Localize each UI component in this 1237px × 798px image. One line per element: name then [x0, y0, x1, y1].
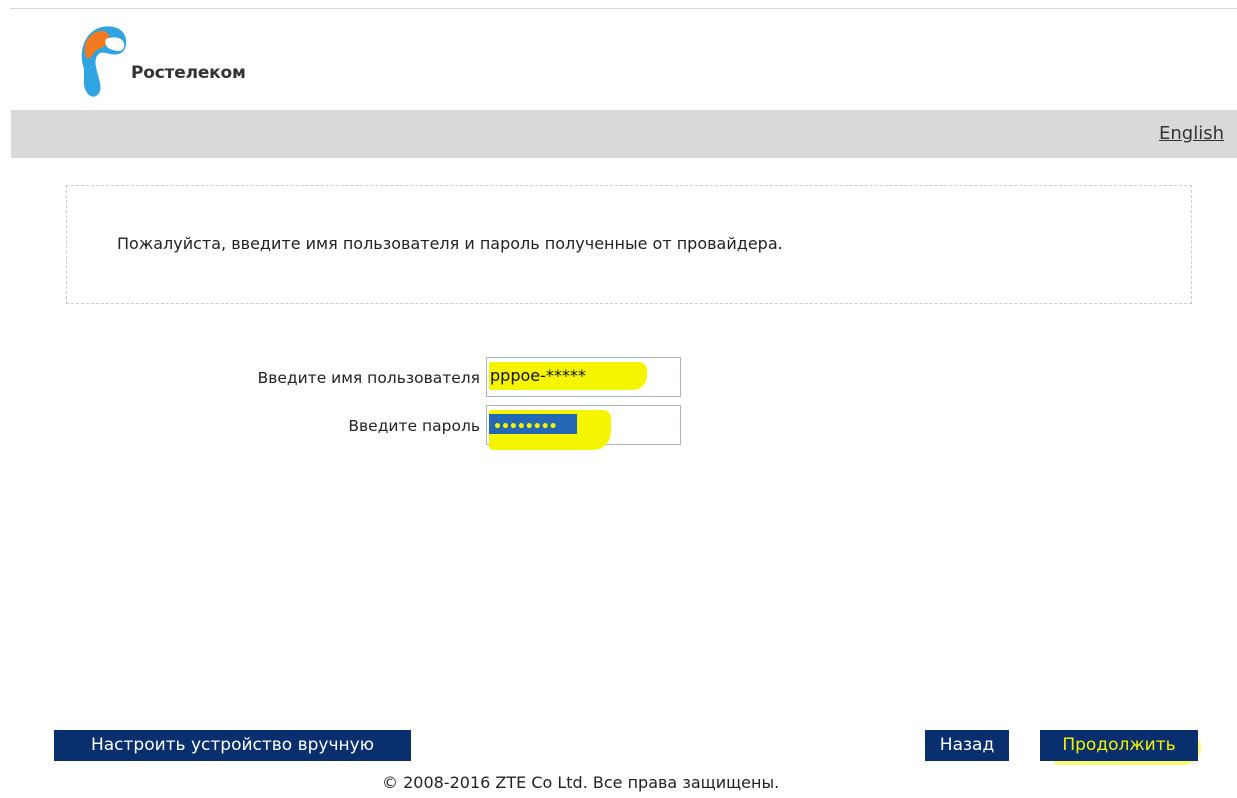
rostelecom-logo: Ростелеком — [76, 25, 276, 105]
info-box: Пожалуйста, введите имя пользователя и п… — [66, 185, 1192, 304]
brand-name: Ростелеком — [131, 63, 246, 83]
password-label: Введите пароль — [348, 417, 480, 435]
username-label: Введите имя пользователя — [257, 369, 480, 387]
language-bar: English — [11, 110, 1237, 158]
info-message: Пожалуйста, введите имя пользователя и п… — [117, 234, 783, 253]
top-border — [10, 8, 1237, 9]
password-selection: •••••••• — [489, 414, 577, 435]
english-language-link[interactable]: English — [1159, 123, 1224, 144]
username-row: Введите имя пользователя pppoe-***** — [0, 357, 700, 397]
rostelecom-logo-icon — [81, 26, 127, 97]
username-input[interactable]: pppoe-***** — [486, 357, 681, 397]
copyright-footer: © 2008-2016 ZTE Co Ltd. Все права защище… — [382, 773, 780, 792]
password-input[interactable]: •••••••• — [486, 405, 681, 450]
manual-setup-button[interactable]: Настроить устройство вручную — [54, 730, 411, 761]
continue-button[interactable]: Продолжить — [1040, 730, 1198, 761]
username-value: pppoe-***** — [490, 366, 586, 385]
password-value: •••••••• — [493, 419, 558, 435]
back-button[interactable]: Назад — [925, 730, 1009, 761]
password-row: Введите пароль •••••••• — [0, 405, 700, 450]
